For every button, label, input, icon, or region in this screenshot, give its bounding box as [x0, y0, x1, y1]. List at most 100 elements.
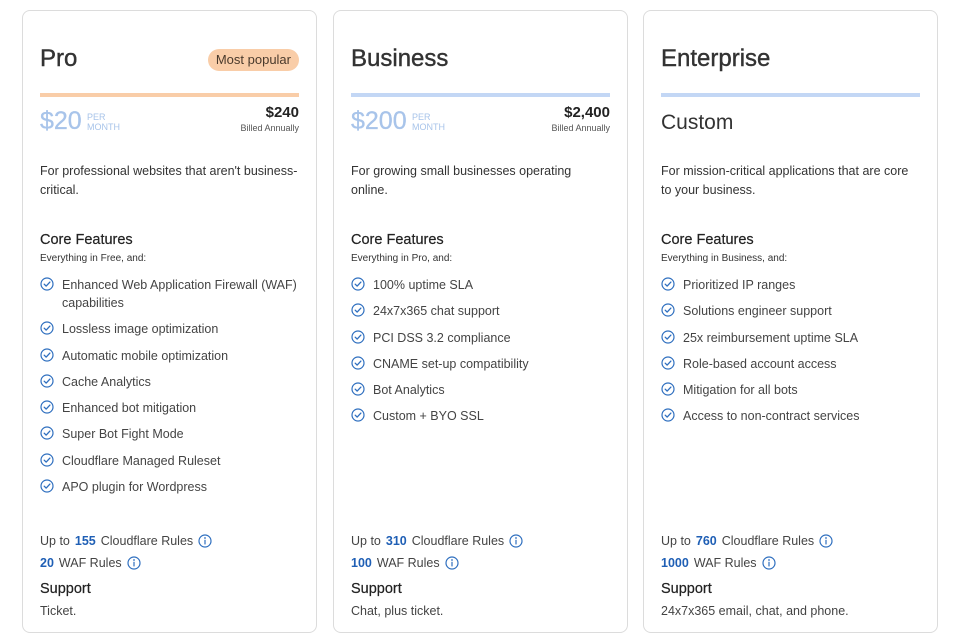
check-circle-icon — [40, 374, 54, 388]
check-circle-icon — [40, 400, 54, 414]
custom-price: Custom — [661, 111, 734, 134]
plan-card-enterprise: Enterprise Custom For mission-critical a… — [643, 10, 938, 633]
plan-name: Pro — [40, 45, 78, 72]
feature-label: Cache Analytics — [62, 374, 151, 389]
info-icon[interactable] — [509, 534, 523, 548]
billed-annually-label: Billed Annually — [240, 123, 299, 133]
feature-label: Super Bot Fight Mode — [62, 427, 184, 442]
feature-list: 100% uptime SLA 24x7x365 chat support PCI … — [351, 276, 610, 434]
per-month-label: PER MONTH — [412, 112, 445, 132]
check-circle-icon — [40, 479, 54, 493]
rules-block: Up to 310 Cloudflare Rules 100 WAF Rules — [351, 530, 610, 574]
feature-label: Lossless image optimization — [62, 322, 219, 337]
rules-prefix: Up to — [661, 534, 691, 548]
check-circle-icon — [351, 277, 365, 291]
feature-item: Lossless image optimization — [40, 320, 299, 338]
feature-item: Role-based account access — [661, 355, 920, 373]
check-circle-icon — [351, 408, 365, 423]
core-features-title: Core Features — [40, 232, 133, 248]
check-circle-icon — [40, 321, 54, 335]
feature-label: Access to non-contract services — [683, 409, 860, 424]
feature-item: Prioritized IP ranges — [661, 276, 920, 294]
rules-block: Up to 760 Cloudflare Rules 1000 WAF Rule… — [661, 530, 920, 574]
plan-accent-rule — [661, 93, 920, 97]
check-circle-icon — [40, 426, 54, 441]
feature-label: 25x reimbursement uptime SLA — [683, 330, 859, 345]
check-circle-icon — [661, 356, 675, 370]
cloudflare-rules-count: 760 — [695, 534, 717, 548]
monthly-price: $20 — [40, 107, 82, 135]
cloudflare-rules-label: Cloudflare Rules — [100, 534, 194, 548]
feature-label: Automatic mobile optimization — [62, 348, 229, 363]
info-icon[interactable] — [127, 556, 141, 570]
annual-price-block: $2,400 Billed Annually — [551, 104, 610, 133]
plan-card-business: Business $200 PER MONTH $2,400 Billed Ann… — [333, 10, 628, 633]
check-circle-icon — [40, 347, 54, 362]
feature-label: Solutions engineer support — [683, 304, 832, 319]
rules-block: Up to 155 Cloudflare Rules 20 WAF Rules — [40, 530, 299, 574]
check-circle-icon — [661, 382, 675, 396]
rules-prefix: Up to — [351, 534, 381, 548]
feature-label: 100% uptime SLA — [373, 278, 474, 292]
plan-description: For growing small businesses operating o… — [351, 164, 572, 197]
feature-label: 24x7x365 chat support — [373, 304, 500, 319]
check-circle-icon — [661, 277, 675, 291]
feature-label: PCI DSS 3.2 compliance — [373, 330, 511, 345]
feature-label: Prioritized IP ranges — [683, 278, 796, 292]
info-icon[interactable] — [819, 534, 833, 548]
check-circle-icon — [351, 329, 365, 344]
waf-rules-count: 20 — [40, 556, 54, 570]
feature-item: Cloudflare Managed Ruleset — [40, 452, 299, 470]
core-features-subtitle: Everything in Free, and: — [40, 253, 147, 264]
info-icon[interactable] — [445, 556, 459, 570]
core-features-subtitle: Everything in Pro, and: — [351, 253, 453, 264]
feature-item: Super Bot Fight Mode — [40, 425, 299, 443]
plan-name: Business — [351, 45, 449, 72]
monthly-price: $200 — [351, 107, 407, 135]
feature-item: Enhanced Web Application Firewall (WAF) … — [40, 276, 299, 312]
core-features-subtitle: Everything in Business, and: — [661, 253, 788, 264]
feature-item: Cache Analytics — [40, 373, 299, 391]
feature-item: Access to non-contract services — [661, 407, 920, 425]
core-features-title: Core Features — [351, 232, 444, 248]
feature-list: Enhanced Web Application Firewall (WAF) … — [40, 276, 299, 504]
annual-price: $240 — [265, 104, 299, 121]
check-circle-icon — [40, 277, 54, 291]
cloudflare-rules-count: 155 — [74, 534, 96, 548]
info-icon[interactable] — [198, 534, 212, 548]
waf-rules-label: WAF Rules — [376, 556, 440, 570]
check-circle-icon — [351, 303, 365, 317]
plan-description: For mission-critical applications that a… — [661, 164, 909, 197]
info-icon[interactable] — [761, 556, 776, 570]
support-title: Support — [40, 581, 91, 597]
feature-label: Mitigation for all bots — [683, 383, 798, 398]
waf-rules-label: WAF Rules — [58, 556, 122, 570]
cloudflare-rules-label: Cloudflare Rules — [411, 534, 505, 548]
feature-label: Bot Analytics — [373, 383, 445, 398]
feature-label: Role-based account access — [683, 356, 837, 371]
rules-prefix: Up to — [40, 534, 70, 548]
billed-annually-label: Billed Annually — [551, 123, 610, 133]
feature-item: Mitigation for all bots — [661, 381, 920, 399]
feature-label: APO plugin for Wordpress — [62, 480, 207, 495]
feature-item: Enhanced bot mitigation — [40, 399, 299, 417]
feature-label: CNAME set-up compatibility — [373, 356, 529, 371]
feature-item: Custom + BYO SSL — [351, 407, 610, 425]
check-circle-icon — [351, 356, 365, 370]
support-text: Ticket. — [40, 604, 77, 618]
feature-item: 100% uptime SLA — [351, 276, 610, 294]
feature-item: Solutions engineer support — [661, 302, 920, 320]
support-text: Chat, plus ticket. — [351, 604, 444, 618]
check-circle-icon — [351, 382, 365, 396]
most-popular-badge: Most popular — [207, 49, 299, 71]
per-month-label: PER MONTH — [87, 112, 120, 132]
feature-item: 24x7x365 chat support — [351, 302, 610, 320]
feature-label: Custom + BYO SSL — [373, 409, 484, 424]
feature-item: Automatic mobile optimization — [40, 347, 299, 365]
support-text: 24x7x365 email, chat, and phone. — [661, 604, 849, 618]
waf-rules-count: 1000 — [661, 556, 689, 570]
plan-accent-rule — [40, 93, 299, 97]
plan-card-pro: Pro Most popular $20 PER MONTH $240 Bille… — [22, 10, 317, 633]
annual-price-block: $240 Billed Annually — [240, 104, 299, 133]
feature-item: 25x reimbursement uptime SLA — [661, 329, 920, 347]
